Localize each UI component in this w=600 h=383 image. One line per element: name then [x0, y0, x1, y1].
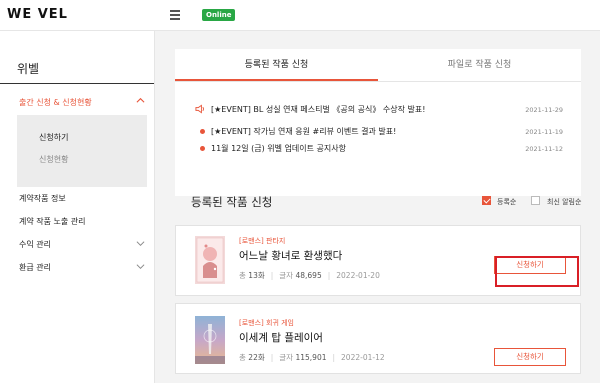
app-logo[interactable]: WE VEL	[7, 7, 68, 22]
work-title[interactable]: 이세계 탑 플레이어	[239, 330, 323, 345]
sidebar-item-refund[interactable]: 환급 관리	[19, 262, 51, 273]
tab-divider	[175, 81, 581, 82]
notice-panel: 등록된 작품 신청 파일로 작품 신청 [★EVENT] BL 성실 연재 페스…	[175, 49, 581, 196]
chevron-down-icon[interactable]	[136, 262, 145, 271]
sort-registered-checkbox[interactable]	[482, 196, 491, 205]
online-status-badge: Online	[202, 9, 236, 21]
work-card: [로맨스] 회귀 게임 이세계 탑 플레이어 총 22화 | 글자 115,901 |…	[175, 303, 581, 374]
episode-count: 13화	[248, 271, 265, 280]
work-meta: 총 13화 | 글자 48,695 | 2022-01-20	[239, 271, 380, 280]
chevron-down-icon[interactable]	[136, 239, 145, 248]
section-title: 등록된 작품 신청	[191, 195, 273, 209]
chevron-up-icon[interactable]	[136, 96, 145, 105]
episodes-label: 총	[239, 353, 246, 362]
bullet-icon	[200, 146, 205, 151]
sidebar-item-publish-apply[interactable]: 출간 신청 & 신청현황	[19, 97, 92, 108]
chars-label: 글자	[279, 271, 294, 280]
submenu-item-status[interactable]: 신청현황	[39, 154, 68, 165]
apply-button[interactable]: 신청하기	[494, 348, 566, 366]
episodes-label: 총	[239, 271, 246, 280]
work-title[interactable]: 어느날 황녀로 환생했다	[239, 248, 342, 263]
notice-link[interactable]: [★EVENT] 작가님 연재 응원 #리뷰 이벤트 결과 발표!	[211, 126, 396, 137]
episode-count: 22화	[248, 353, 265, 362]
sort-latest-label[interactable]: 최신 알림순	[547, 197, 581, 207]
chars-label: 글자	[279, 353, 294, 362]
book-cover-image[interactable]	[195, 236, 225, 284]
sidebar-divider	[0, 83, 154, 84]
tab-registered-apply[interactable]: 등록된 작품 신청	[175, 49, 378, 81]
sort-registered-label[interactable]: 등록순	[497, 197, 516, 207]
notice-link[interactable]: [★EVENT] BL 성실 연재 페스티벌 《공의 공식》 수상작 발표!	[211, 104, 425, 115]
work-date: 2022-01-20	[336, 271, 380, 280]
notice-date: 2021-11-19	[525, 128, 563, 136]
bullet-icon	[200, 129, 205, 134]
sidebar-title: 위벨	[17, 62, 40, 76]
char-count: 115,901	[295, 353, 327, 362]
sidebar-item-contract-info[interactable]: 계약작품 정보	[19, 193, 66, 204]
work-genre: [로맨스] 판타지	[239, 237, 286, 245]
sidebar-item-revenue[interactable]: 수익 관리	[19, 239, 51, 250]
submenu-item-apply[interactable]: 신청하기	[39, 132, 68, 143]
notice-date: 2021-11-29	[525, 106, 563, 114]
char-count: 48,695	[295, 271, 322, 280]
sidebar-submenu: 신청하기 신청현황	[17, 115, 147, 187]
hamburger-menu-icon[interactable]	[170, 9, 182, 20]
work-date: 2022-01-12	[341, 353, 385, 362]
highlight-box	[495, 256, 579, 287]
main-content: 등록된 작품 신청 파일로 작품 신청 [★EVENT] BL 성실 연재 페스…	[155, 31, 600, 383]
sidebar-item-exposure[interactable]: 계약 작품 노출 관리	[19, 216, 86, 227]
top-bar: WE VEL Online	[0, 0, 600, 31]
book-cover-image[interactable]	[195, 316, 225, 364]
sidebar: 위벨 출간 신청 & 신청현황 신청하기 신청현황 계약작품 정보 계약 작품 …	[0, 31, 155, 383]
tab-file-apply[interactable]: 파일로 작품 신청	[378, 49, 581, 81]
notice-link[interactable]: 11월 12일 (금) 위벨 업데이트 공지사항	[211, 143, 346, 154]
sort-latest-checkbox[interactable]	[531, 196, 540, 205]
speaker-icon	[195, 104, 204, 114]
notice-date: 2021-11-12	[525, 145, 563, 153]
work-meta: 총 22화 | 글자 115,901 | 2022-01-12	[239, 353, 385, 362]
work-genre: [로맨스] 회귀 게임	[239, 319, 294, 327]
